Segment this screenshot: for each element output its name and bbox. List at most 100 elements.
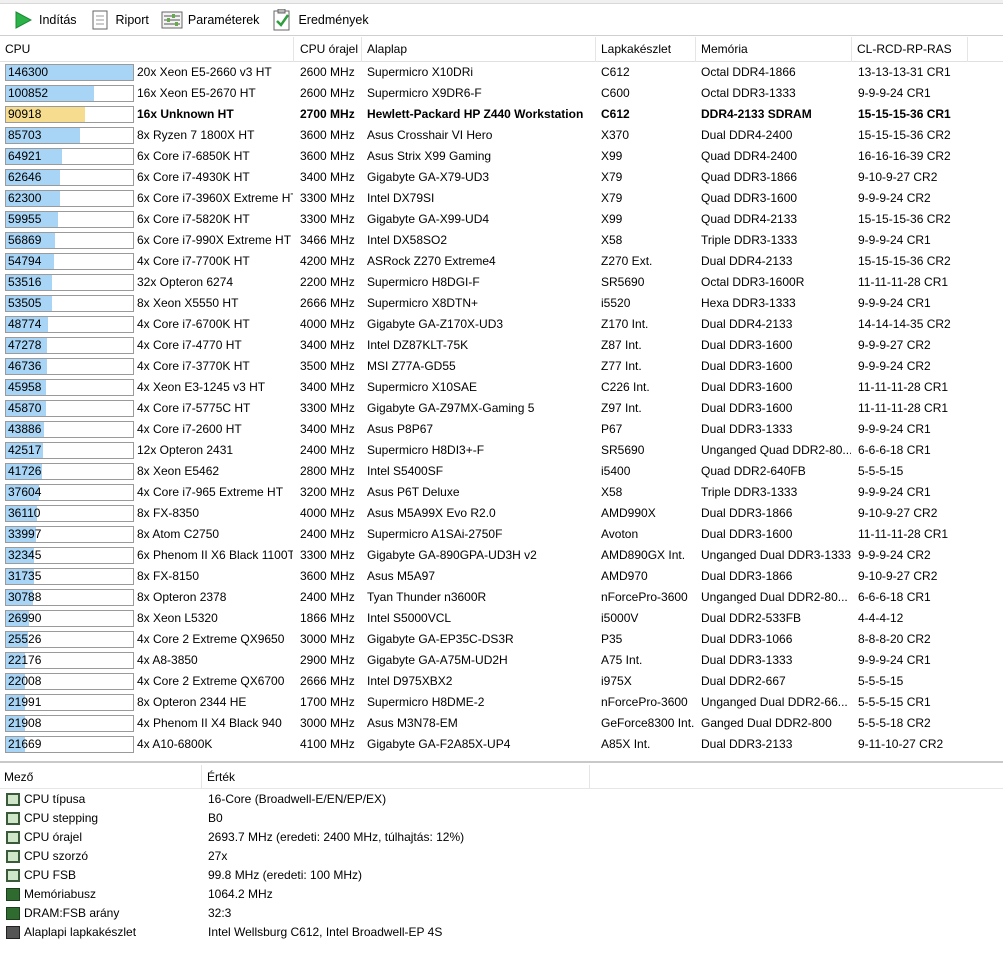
cell-timing: 9-9-9-27 CR2 (858, 338, 931, 352)
score-value: 62646 (8, 170, 42, 184)
score-bar: 45870 (5, 400, 134, 417)
cell-chipset: AMD990X (601, 506, 656, 520)
cell-clock: 2800 MHz (300, 464, 355, 478)
table-row[interactable]: 30788 8x Opteron 2378 2400 MHz Tyan Thunder… (0, 587, 1003, 608)
table-row[interactable]: 45958 4x Xeon E3-1245 v3 HT 3400 MHz Superm… (0, 377, 1003, 398)
table-row[interactable]: 47278 4x Core i7-4770 HT 3400 MHz Intel DZ8… (0, 335, 1003, 356)
cell-board: Supermicro H8DGI-F (367, 275, 480, 289)
column-header-timing[interactable]: CL-RCD-RP-RAS (852, 37, 968, 62)
detail-value: 99.8 MHz (eredeti: 100 MHz) (208, 868, 363, 882)
table-row[interactable]: 22176 4x A8-3850 2900 MHz Gigabyte GA-A75M-… (0, 650, 1003, 671)
table-row[interactable]: 36110 8x FX-8350 4000 MHz Asus M5A99X Evo R… (0, 503, 1003, 524)
detail-row[interactable]: CPU szorzó 27x (0, 847, 1003, 866)
detail-row[interactable]: DRAM:FSB arány 32:3 (0, 904, 1003, 923)
cell-clock: 3600 MHz (300, 149, 355, 163)
cell-clock: 2700 MHz (300, 107, 355, 121)
table-row[interactable]: 31735 8x FX-8150 3600 MHz Asus M5A97 AMD970 D… (0, 566, 1003, 587)
cell-chipset: i5400 (601, 464, 631, 478)
cell-chipset: nForcePro-3600 (601, 695, 688, 709)
cell-cpu: 8x Ryzen 7 1800X HT (137, 128, 255, 142)
table-row[interactable]: 37604 4x Core i7-965 Extreme HT 3200 MHz As… (0, 482, 1003, 503)
table-row[interactable]: 48774 4x Core i7-6700K HT 4000 MHz Gigabyte… (0, 314, 1003, 335)
cell-memory: Dual DDR3-1866 (701, 569, 793, 583)
cell-board: Gigabyte GA-Z97MX-Gaming 5 (367, 401, 535, 415)
cell-chipset: C226 Int. (601, 380, 650, 394)
table-row[interactable]: 46736 4x Core i7-3770K HT 3500 MHz MSI Z77A… (0, 356, 1003, 377)
cell-timing: 9-9-9-24 CR2 (858, 548, 931, 562)
table-row[interactable]: 56869 6x Core i7-990X Extreme HT 3466 MHz I… (0, 230, 1003, 251)
list-header: CPU CPU órajel Alaplap Lapkakészlet Memó… (0, 37, 1003, 62)
ram-icon (6, 907, 20, 920)
cell-memory: Unganged Quad DDR2-80... (701, 443, 851, 457)
table-row[interactable]: 42517 12x Opteron 2431 2400 MHz Supermicro … (0, 440, 1003, 461)
cell-chipset: GeForce8300 Int. (601, 716, 695, 730)
cell-chipset: X99 (601, 149, 623, 163)
score-bar: 33997 (5, 526, 134, 543)
column-header-clock[interactable]: CPU órajel (295, 37, 362, 62)
cell-memory: Dual DDR4-2400 (701, 128, 793, 142)
score-bar: 32345 (5, 547, 134, 564)
table-row[interactable]: 26990 8x Xeon L5320 1866 MHz Intel S5000VCL… (0, 608, 1003, 629)
table-row[interactable]: 21669 4x A10-6800K 4100 MHz Gigabyte GA-F2A… (0, 734, 1003, 755)
cell-clock: 2900 MHz (300, 653, 355, 667)
table-row[interactable]: 62300 6x Core i7-3960X Extreme HT 3300 MHz… (0, 188, 1003, 209)
detail-row[interactable]: CPU típusa 16-Core (Broadwell-E/EN/EP/EX) (0, 790, 1003, 809)
table-row[interactable]: 62646 6x Core i7-4930K HT 3400 MHz Gigabyte… (0, 167, 1003, 188)
table-row[interactable]: 85703 8x Ryzen 7 1800X HT 3600 MHz Asus Cro… (0, 125, 1003, 146)
table-row[interactable]: 33997 8x Atom C2750 2400 MHz Supermicro A1S… (0, 524, 1003, 545)
cell-chipset: Avoton (601, 527, 639, 541)
detail-row[interactable]: Memóriabusz 1064.2 MHz (0, 885, 1003, 904)
cell-board: Supermicro X10DRi (367, 65, 474, 79)
table-row[interactable]: 41726 8x Xeon E5462 2800 MHz Intel S5400SF i… (0, 461, 1003, 482)
detail-row[interactable]: CPU stepping B0 (0, 809, 1003, 828)
table-row[interactable]: 53505 8x Xeon X5550 HT 2666 MHz Supermicro … (0, 293, 1003, 314)
detail-header-field[interactable]: Mező (0, 765, 202, 789)
cell-clock: 4100 MHz (300, 737, 355, 751)
column-header-board[interactable]: Alaplap (362, 37, 596, 62)
cell-timing: 9-11-10-27 CR2 (858, 737, 944, 751)
table-row[interactable]: 53516 32x Opteron 6274 2200 MHz Supermicro … (0, 272, 1003, 293)
score-value: 62300 (8, 191, 42, 205)
cell-timing: 9-10-9-27 CR2 (858, 506, 938, 520)
cell-memory: Dual DDR3-2133 (701, 737, 793, 751)
table-row[interactable]: 54794 4x Core i7-7700K HT 4200 MHz ASRock Z… (0, 251, 1003, 272)
table-row-current-system[interactable]: 90918 16x Unknown HT 2700 MHz Hewlett-Packa… (0, 104, 1003, 125)
detail-row[interactable]: Alaplapi lapkakészlet Intel Wellsburg C61… (0, 923, 1003, 942)
cell-memory: Quad DDR3-1866 (701, 170, 798, 184)
parameters-button[interactable]: Paraméterek (159, 7, 266, 33)
table-row[interactable]: 43886 4x Core i7-2600 HT 3400 MHz Asus P8P6… (0, 419, 1003, 440)
table-row[interactable]: 45870 4x Core i7-5775C HT 3300 MHz Gigabyte… (0, 398, 1003, 419)
cell-timing: 8-8-8-20 CR2 (858, 632, 931, 646)
cell-timing: 9-9-9-24 CR1 (858, 653, 931, 667)
cell-timing: 9-9-9-24 CR1 (858, 485, 931, 499)
detail-row[interactable]: CPU órajel 2693.7 MHz (eredeti: 2400 MHz,… (0, 828, 1003, 847)
column-header-memory[interactable]: Memória (696, 37, 852, 62)
score-bar: 30788 (5, 589, 134, 606)
table-row[interactable]: 25526 4x Core 2 Extreme QX9650 3000 MHz Gig… (0, 629, 1003, 650)
table-row[interactable]: 59955 6x Core i7-5820K HT 3300 MHz Gigabyte… (0, 209, 1003, 230)
cell-clock: 3000 MHz (300, 716, 355, 730)
detail-row[interactable]: CPU FSB 99.8 MHz (eredeti: 100 MHz) (0, 866, 1003, 885)
table-row[interactable]: 21908 4x Phenom II X4 Black 940 3000 MHz As… (0, 713, 1003, 734)
report-button[interactable]: Riport (87, 7, 155, 33)
cell-clock: 3400 MHz (300, 380, 355, 394)
score-bar: 46736 (5, 358, 134, 375)
table-row[interactable]: 32345 6x Phenom II X6 Black 1100T 3300 MHz… (0, 545, 1003, 566)
score-bar: 45958 (5, 379, 134, 396)
results-button[interactable]: Eredmények (269, 7, 374, 33)
column-header-chipset[interactable]: Lapkakészlet (596, 37, 696, 62)
detail-header-value[interactable]: Érték (203, 765, 590, 789)
report-icon (89, 9, 111, 31)
table-row[interactable]: 21991 8x Opteron 2344 HE 1700 MHz Supermicr… (0, 692, 1003, 713)
cell-timing: 5-5-5-15 (858, 674, 904, 688)
cell-chipset: SR5690 (601, 275, 645, 289)
table-row[interactable]: 64921 6x Core i7-6850K HT 3600 MHz Asus Str… (0, 146, 1003, 167)
start-button[interactable]: Indítás (10, 7, 83, 33)
table-row[interactable]: 22008 4x Core 2 Extreme QX6700 2666 MHz Int… (0, 671, 1003, 692)
table-row[interactable]: 146300 20x Xeon E5-2660 v3 HT 2600 MHz Supe… (0, 62, 1003, 83)
cell-clock: 4000 MHz (300, 317, 355, 331)
column-header-cpu[interactable]: CPU (0, 37, 294, 62)
score-value: 45958 (8, 380, 42, 394)
cell-board: Gigabyte GA-EP35C-DS3R (367, 632, 514, 646)
table-row[interactable]: 100852 16x Xeon E5-2670 HT 2600 MHz Supermi… (0, 83, 1003, 104)
